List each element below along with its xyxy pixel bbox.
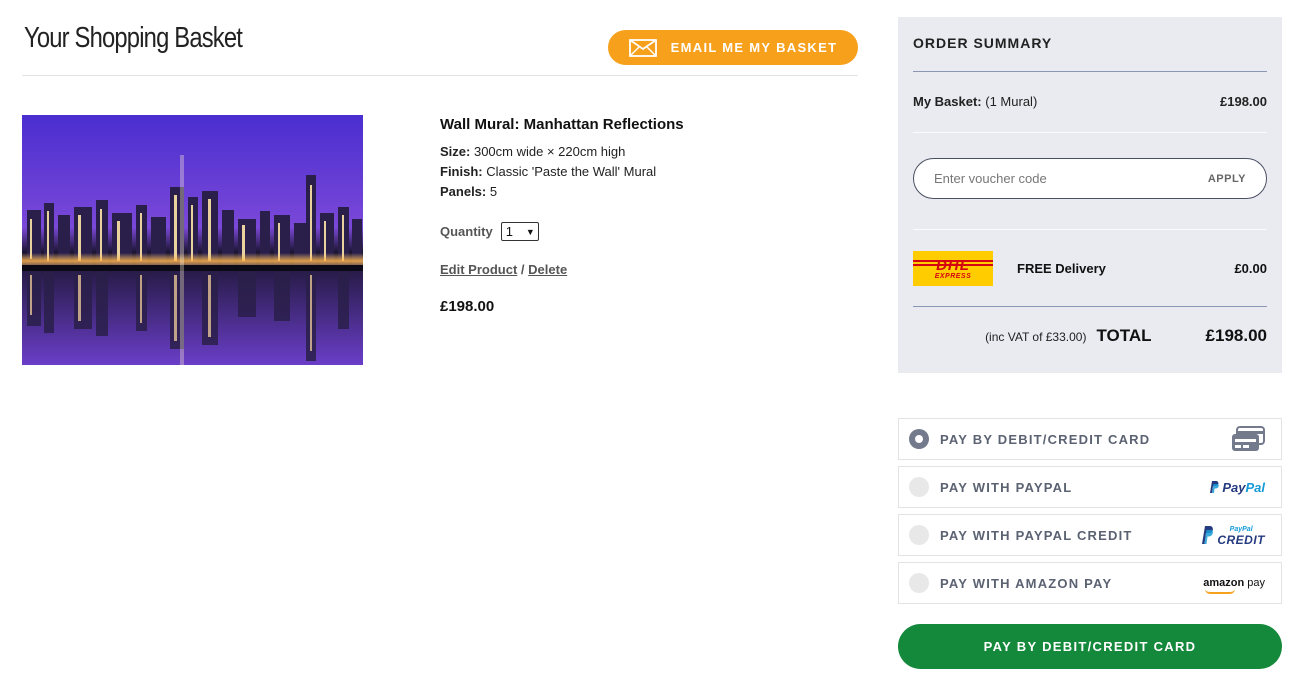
link-separator: / xyxy=(520,262,525,277)
envelope-icon xyxy=(628,38,657,57)
quantity-select[interactable]: 1 ▼ xyxy=(500,222,539,241)
apply-voucher-button[interactable]: APPLY xyxy=(1208,173,1246,185)
voucher-input[interactable] xyxy=(934,171,1164,186)
radio-unselected[interactable] xyxy=(909,525,929,545)
email-basket-button[interactable]: EMAIL ME MY BASKET xyxy=(608,30,858,65)
email-basket-label: EMAIL ME MY BASKET xyxy=(670,40,838,55)
radio-selected[interactable] xyxy=(909,429,929,449)
payment-option-amazon-pay[interactable]: PAY WITH AMAZON PAY amazon pay xyxy=(898,562,1282,604)
product-details: Wall Mural: Manhattan Reflections Size: … xyxy=(440,116,840,315)
payment-option-label: PAY WITH PAYPAL CREDIT xyxy=(940,527,1133,543)
payment-option-label: PAY WITH PAYPAL xyxy=(940,479,1073,495)
quantity-value: 1 xyxy=(505,224,513,239)
summary-divider xyxy=(913,132,1267,133)
payment-option-card[interactable]: PAY BY DEBIT/CREDIT CARD xyxy=(898,418,1282,460)
product-price: £198.00 xyxy=(440,298,495,315)
total-price: £198.00 xyxy=(1205,326,1267,345)
spec-size: Size: 300cm wide × 220cm high xyxy=(440,144,626,159)
delivery-price: £0.00 xyxy=(1234,261,1267,276)
payment-option-paypal-credit[interactable]: PAY WITH PAYPAL CREDIT PayPal CREDIT xyxy=(898,514,1282,556)
page-title: Your Shopping Basket xyxy=(24,22,243,54)
pay-button[interactable]: PAY BY DEBIT/CREDIT CARD xyxy=(898,624,1282,669)
radio-unselected[interactable] xyxy=(909,573,929,593)
basket-label: My Basket: xyxy=(913,94,982,109)
payment-option-label: PAY BY DEBIT/CREDIT CARD xyxy=(940,431,1151,447)
basket-row: My Basket: (1 Mural) £198.00 xyxy=(913,94,1267,109)
radio-unselected[interactable] xyxy=(909,477,929,497)
quantity-label: Quantity xyxy=(440,224,493,239)
basket-count: (1 Mural) xyxy=(985,94,1038,109)
order-summary-title: ORDER SUMMARY xyxy=(913,35,1053,51)
order-summary-panel: ORDER SUMMARY My Basket: (1 Mural) £198.… xyxy=(898,17,1282,373)
total-label: TOTAL xyxy=(1096,326,1152,345)
spec-finish: Finish: Classic 'Paste the Wall' Mural xyxy=(440,164,657,179)
voucher-field: APPLY xyxy=(913,158,1267,199)
header-divider xyxy=(22,75,858,76)
payment-option-paypal[interactable]: PAY WITH PAYPAL PayPal xyxy=(898,466,1282,508)
spec-panels: Panels: 5 xyxy=(440,184,498,199)
product-image[interactable] xyxy=(22,115,363,365)
payment-option-label: PAY WITH AMAZON PAY xyxy=(940,575,1113,591)
total-row: (inc VAT of £33.00) TOTAL £198.00 xyxy=(913,326,1267,346)
card-icon xyxy=(1231,426,1265,452)
paypal-credit-logo: PayPal CREDIT xyxy=(1200,525,1265,546)
product-name: Wall Mural: Manhattan Reflections xyxy=(440,116,684,133)
summary-divider xyxy=(913,71,1267,72)
delivery-row: DHL EXPRESS FREE Delivery £0.00 xyxy=(913,251,1267,286)
summary-divider xyxy=(913,306,1267,307)
paypal-logo: PayPal xyxy=(1208,480,1265,495)
amazon-pay-logo: amazon pay xyxy=(1203,577,1265,594)
chevron-down-icon: ▼ xyxy=(525,226,535,237)
delete-link[interactable]: Delete xyxy=(528,262,567,277)
vat-text: (inc VAT of £33.00) xyxy=(985,330,1087,344)
summary-divider xyxy=(913,229,1267,230)
delivery-label: FREE Delivery xyxy=(1017,261,1106,276)
dhl-logo: DHL EXPRESS xyxy=(913,251,993,286)
basket-price: £198.00 xyxy=(1220,94,1267,109)
edit-product-link[interactable]: Edit Product xyxy=(440,262,517,277)
